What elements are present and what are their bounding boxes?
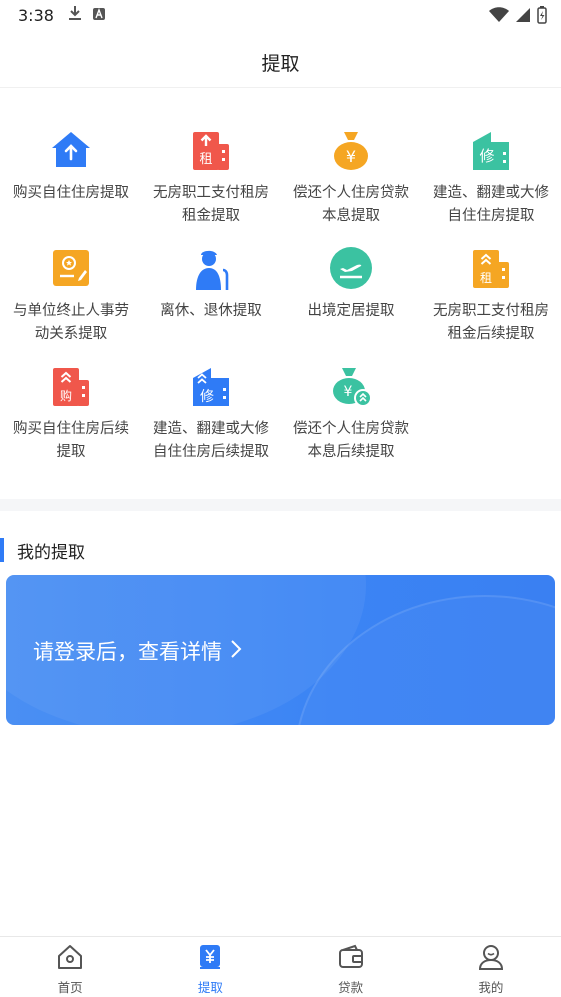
- purchase-building-icon: 购: [49, 364, 93, 408]
- service-label: 偿还个人住房贷款本息提取: [293, 185, 409, 224]
- rent-building-icon: 租: [189, 128, 233, 172]
- service-label: 偿还个人住房贷款本息后续提取: [293, 421, 409, 460]
- download-icon: [68, 5, 82, 25]
- tab-label: 提取: [197, 980, 223, 995]
- service-loan-repay-followup[interactable]: ¥ 偿还个人住房贷款本息后续提取: [281, 364, 421, 464]
- service-rent-followup[interactable]: 租 无房职工支付租房租金后续提取: [421, 246, 561, 346]
- service-build-repair[interactable]: 修 建造、翻建或大修自住住房提取: [421, 128, 561, 228]
- svg-text:修: 修: [479, 147, 494, 165]
- section-divider: [0, 499, 561, 511]
- chevron-right-icon: [230, 639, 242, 664]
- service-label: 建造、翻建或大修自住住房提取: [433, 185, 549, 224]
- service-retirement[interactable]: 离休、退休提取: [141, 246, 281, 323]
- service-emigrate[interactable]: 出境定居提取: [281, 246, 421, 323]
- service-terminate-employment[interactable]: 与单位终止人事劳动关系提取: [1, 246, 141, 346]
- service-label: 无房职工支付租房租金后续提取: [433, 303, 549, 342]
- svg-text:¥: ¥: [344, 384, 353, 400]
- airplane-icon: [329, 246, 373, 290]
- svg-text:修: 修: [200, 389, 214, 405]
- money-bag-followup-icon: ¥: [329, 364, 373, 408]
- wallet-icon: [337, 943, 365, 975]
- section-accent-bar: [0, 538, 4, 562]
- service-loan-repay[interactable]: ¥ 偿还个人住房贷款本息提取: [281, 128, 421, 228]
- tab-home[interactable]: 首页: [0, 937, 140, 997]
- service-build-repair-followup[interactable]: 修 建造、翻建或大修自住住房后续提取: [141, 364, 281, 464]
- wifi-icon: [489, 7, 509, 27]
- page-header: 提取: [0, 38, 561, 88]
- tab-label: 我的: [478, 980, 504, 995]
- tab-withdraw[interactable]: 提取: [140, 937, 280, 997]
- tab-label: 贷款: [338, 980, 364, 995]
- home-icon: [56, 943, 84, 975]
- house-upload-icon: [49, 128, 93, 172]
- user-icon: [477, 943, 505, 975]
- repair-building-followup-icon: 修: [189, 364, 233, 408]
- status-time: 3:38: [18, 5, 54, 25]
- tab-label: 首页: [57, 980, 83, 995]
- service-buy-house-followup[interactable]: 购 购买自住住房后续提取: [1, 364, 141, 464]
- my-withdrawal-section-title: 我的提取: [0, 537, 85, 563]
- yuan-withdraw-icon: [196, 943, 224, 975]
- svg-text:租: 租: [199, 152, 212, 167]
- certificate-icon: [49, 246, 93, 290]
- svg-text:购: 购: [60, 388, 72, 403]
- service-label: 离休、退休提取: [160, 303, 262, 319]
- login-prompt-card[interactable]: 请登录后，查看详情: [6, 575, 555, 725]
- svg-text:租: 租: [480, 271, 492, 285]
- tab-loan[interactable]: 贷款: [281, 937, 421, 997]
- service-label: 建造、翻建或大修自住住房后续提取: [153, 421, 269, 460]
- money-bag-icon: ¥: [329, 128, 373, 172]
- service-label: 购买自住住房提取: [13, 185, 129, 201]
- status-bar: 3:38: [0, 0, 561, 30]
- login-prompt[interactable]: 请登录后，查看详情: [33, 636, 242, 666]
- service-label: 出境定居提取: [307, 303, 395, 319]
- elderly-person-icon: [189, 246, 233, 290]
- service-label: 与单位终止人事劳动关系提取: [13, 303, 129, 342]
- page-title: 提取: [261, 53, 300, 75]
- section-title-text: 我的提取: [17, 542, 85, 563]
- service-label: 无房职工支付租房租金提取: [153, 185, 269, 224]
- bottom-tab-bar: 首页 提取 贷款 我的: [0, 936, 561, 997]
- keyboard-a-icon: [92, 6, 106, 25]
- signal-icon: [515, 7, 531, 27]
- service-buy-house[interactable]: 购买自住住房提取: [1, 128, 141, 205]
- battery-icon: [537, 6, 547, 28]
- login-prompt-text: 请登录后，查看详情: [33, 640, 222, 664]
- rent-building-followup-icon: 租: [469, 246, 513, 290]
- repair-building-icon: 修: [469, 128, 513, 172]
- tab-mine[interactable]: 我的: [421, 937, 561, 997]
- service-label: 购买自住住房后续提取: [13, 421, 129, 460]
- svg-text:¥: ¥: [346, 147, 356, 166]
- service-rent[interactable]: 租 无房职工支付租房租金提取: [141, 128, 281, 228]
